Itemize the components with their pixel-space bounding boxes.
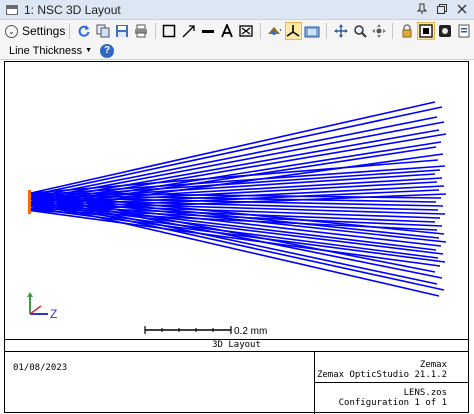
text-icon[interactable] (218, 22, 235, 40)
pin-icon[interactable] (414, 1, 430, 17)
product-name: Zemax OpticStudio 21.1.2 (316, 370, 447, 380)
line-icon[interactable] (199, 22, 216, 40)
rotate-icon[interactable] (265, 22, 282, 40)
plot-caption: 3D Layout (4, 340, 469, 352)
caret-down-icon: ▼ (85, 47, 93, 54)
ray (30, 165, 446, 196)
plot-footer: 3D Layout 01/08/2023 Zemax Zemax OpticSt… (4, 339, 469, 414)
chevron-down-icon: ⌄ (5, 24, 18, 38)
window-icon (6, 4, 18, 15)
print-icon[interactable] (133, 22, 150, 40)
ray (30, 159, 439, 194)
rectangle-icon[interactable] (161, 22, 178, 40)
toolbar-separator (154, 23, 156, 39)
source-object (28, 190, 31, 214)
lock-icon[interactable] (398, 22, 415, 40)
scale-bar-label: 0.2 mm (234, 326, 267, 337)
footer-divider (314, 382, 469, 383)
axes-icon[interactable] (284, 22, 302, 40)
toolbar-separator (392, 23, 394, 39)
toolbar-separator (259, 23, 261, 39)
zoom-icon[interactable] (351, 22, 368, 40)
restore-icon[interactable] (434, 1, 450, 17)
configuration-label: Configuration 1 of 1 (338, 398, 447, 408)
toolbar-separator (69, 23, 71, 39)
main-toolbar: ⌄ Settings (0, 20, 474, 42)
ray (30, 101, 436, 194)
scale-bar: 0.2 mm (144, 326, 267, 337)
orientation-axes: Z (27, 292, 57, 321)
scroll-icon[interactable] (370, 22, 387, 40)
arrow-icon[interactable] (180, 22, 197, 40)
y-arrowhead (27, 292, 33, 297)
pan-icon[interactable] (332, 22, 349, 40)
plot-date: 01/08/2023 (13, 363, 68, 373)
z-axis-label: Z (50, 307, 57, 321)
settings-label: Settings (22, 24, 66, 38)
refresh-icon[interactable] (75, 22, 92, 40)
copy-icon[interactable] (94, 22, 111, 40)
title-bar: 1: NSC 3D Layout (0, 0, 474, 20)
ray-bundle (30, 101, 447, 297)
secondary-toolbar: Line Thickness ▼ ? (0, 42, 474, 60)
x-axis-line (29, 305, 42, 315)
toolbar-separator (326, 23, 327, 39)
close-icon[interactable] (454, 1, 470, 17)
erase-icon[interactable] (237, 22, 254, 40)
help-icon[interactable]: ? (100, 43, 115, 58)
window-icon[interactable] (417, 22, 435, 40)
line-thickness-dropdown[interactable]: Line Thickness ▼ (9, 45, 92, 57)
export-icon[interactable] (456, 22, 473, 40)
display-icon[interactable] (437, 22, 454, 40)
window-title: 1: NSC 3D Layout (24, 2, 121, 17)
save-icon[interactable] (114, 22, 131, 40)
line-thickness-label: Line Thickness (9, 44, 83, 57)
ray-trace-canvas: Z 0.2 mm (27, 101, 447, 337)
settings-button[interactable]: ⌄ Settings (5, 22, 65, 40)
camera-icon[interactable] (304, 22, 321, 40)
